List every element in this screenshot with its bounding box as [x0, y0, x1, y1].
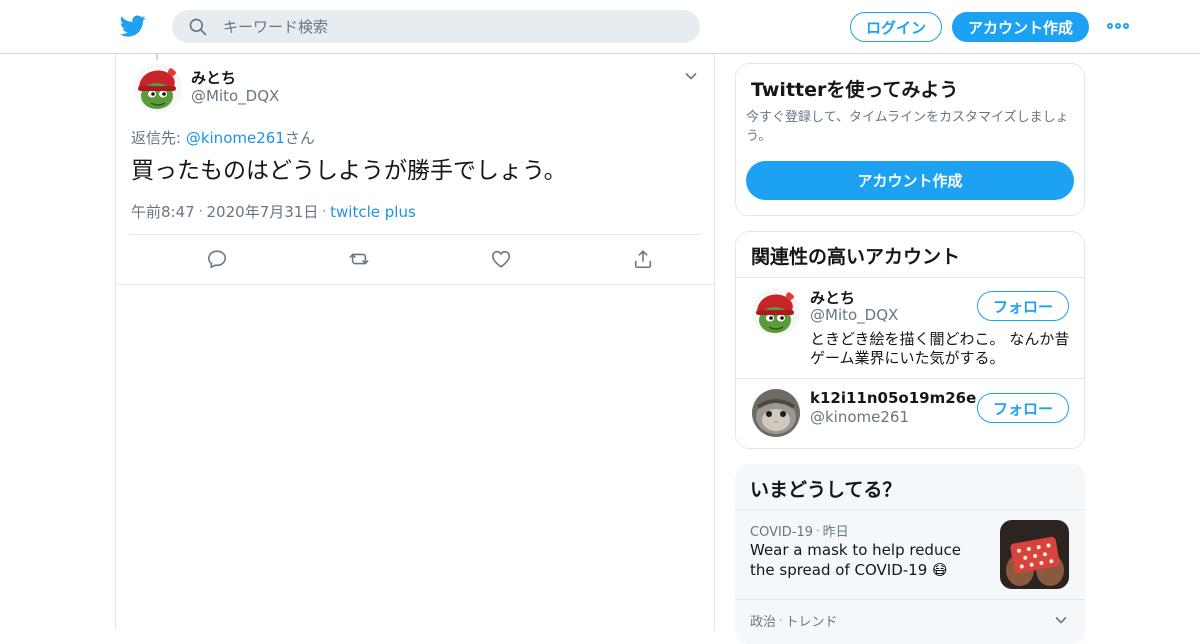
trend-separator: ·: [816, 524, 820, 537]
reply-to-line: 返信先: @kinome261さん: [131, 127, 315, 148]
search-input[interactable]: [223, 17, 683, 36]
trend-time: 昨日: [822, 525, 849, 540]
retweet-icon[interactable]: [348, 248, 370, 270]
divider: [736, 378, 1084, 379]
tweet-actions: [130, 235, 700, 285]
signup-card: Twitterを使ってみよう 今すぐ登録して、タイムラインをカスタマイズしましょ…: [735, 63, 1085, 216]
tweet-date[interactable]: 2020年7月31日: [207, 203, 319, 221]
signup-button[interactable]: アカウント作成: [952, 12, 1089, 42]
top-header: ログイン アカウント作成: [0, 0, 1200, 54]
tweet-time[interactable]: 午前8:47: [131, 203, 195, 221]
signup-card-button[interactable]: アカウント作成: [746, 161, 1074, 200]
more-icon[interactable]: [1107, 20, 1129, 32]
related-accounts-title: 関連性の高いアカウント: [751, 246, 961, 268]
avatar[interactable]: [752, 389, 800, 437]
reply-handle-link[interactable]: @kinome261: [186, 129, 285, 147]
reply-suffix: さん: [284, 129, 315, 147]
related-accounts-card: 関連性の高いアカウント みとち @Mito_DQX フォロー ときどき絵を描く闇…: [735, 231, 1085, 449]
trend-time: トレンド: [785, 615, 838, 630]
author-name[interactable]: みとち: [191, 67, 236, 88]
trend-meta: 政治 · トレンド: [750, 611, 838, 630]
like-icon[interactable]: [490, 248, 512, 270]
signup-card-description: 今すぐ登録して、タイムラインをカスタマイズしましょう。: [746, 110, 1069, 144]
avatar[interactable]: [752, 288, 800, 336]
avatar[interactable]: [134, 64, 182, 112]
trends-card: いまどうしてる？ COVID-19 · 昨日 Wear a mask to help…: [735, 464, 1085, 644]
account-name[interactable]: みとち: [810, 287, 855, 308]
search-bar[interactable]: [172, 10, 700, 43]
trend-separator: ·: [779, 614, 783, 627]
account-handle[interactable]: @kinome261: [810, 408, 909, 426]
login-button[interactable]: ログイン: [850, 12, 942, 42]
account-name[interactable]: k12i11n05o19m26e: [810, 389, 976, 407]
trend-thumbnail[interactable]: [1000, 520, 1069, 589]
follow-button[interactable]: フォロー: [977, 291, 1069, 321]
divider: [736, 277, 1084, 278]
trend-category: COVID-19: [750, 525, 814, 540]
tweet-source-link[interactable]: twitcle plus: [330, 203, 416, 221]
trends-title: いまどうしてる？: [750, 479, 902, 501]
account-bio: ときどき絵を描く闇どわこ。 なんか昔ゲーム業界にいた気がする。: [810, 330, 1070, 367]
twitter-bird-icon[interactable]: [120, 13, 146, 39]
chevron-down-icon[interactable]: [683, 68, 699, 84]
share-icon[interactable]: [632, 248, 654, 270]
author-handle[interactable]: @Mito_DQX: [191, 87, 279, 105]
tweet-column: みとち @Mito_DQX 返信先: @kinome261さん 買ったものはどう…: [115, 54, 715, 630]
account-handle[interactable]: @Mito_DQX: [810, 306, 898, 324]
search-icon: [189, 18, 207, 35]
divider: [116, 284, 714, 285]
chevron-down-icon[interactable]: [1053, 612, 1069, 628]
thread-line: [156, 54, 158, 60]
meta-separator: ·: [322, 204, 327, 218]
reply-prefix: 返信先:: [131, 129, 186, 147]
tweet-text: 買ったものはどうしようが勝手でしょう。: [131, 158, 567, 184]
follow-button[interactable]: フォロー: [977, 393, 1069, 423]
trend-meta: COVID-19 · 昨日: [750, 521, 849, 540]
tweet-meta: 午前8:47 · 2020年7月31日 · twitcle plus: [131, 201, 416, 222]
reply-icon[interactable]: [206, 248, 228, 270]
meta-separator: ·: [198, 204, 203, 218]
divider: [735, 509, 1085, 510]
signup-card-title: Twitterを使ってみよう: [751, 79, 959, 101]
trend-headline[interactable]: Wear a mask to help reduce the spread of…: [750, 540, 985, 580]
trend-category: 政治: [750, 615, 777, 630]
divider: [735, 599, 1085, 600]
